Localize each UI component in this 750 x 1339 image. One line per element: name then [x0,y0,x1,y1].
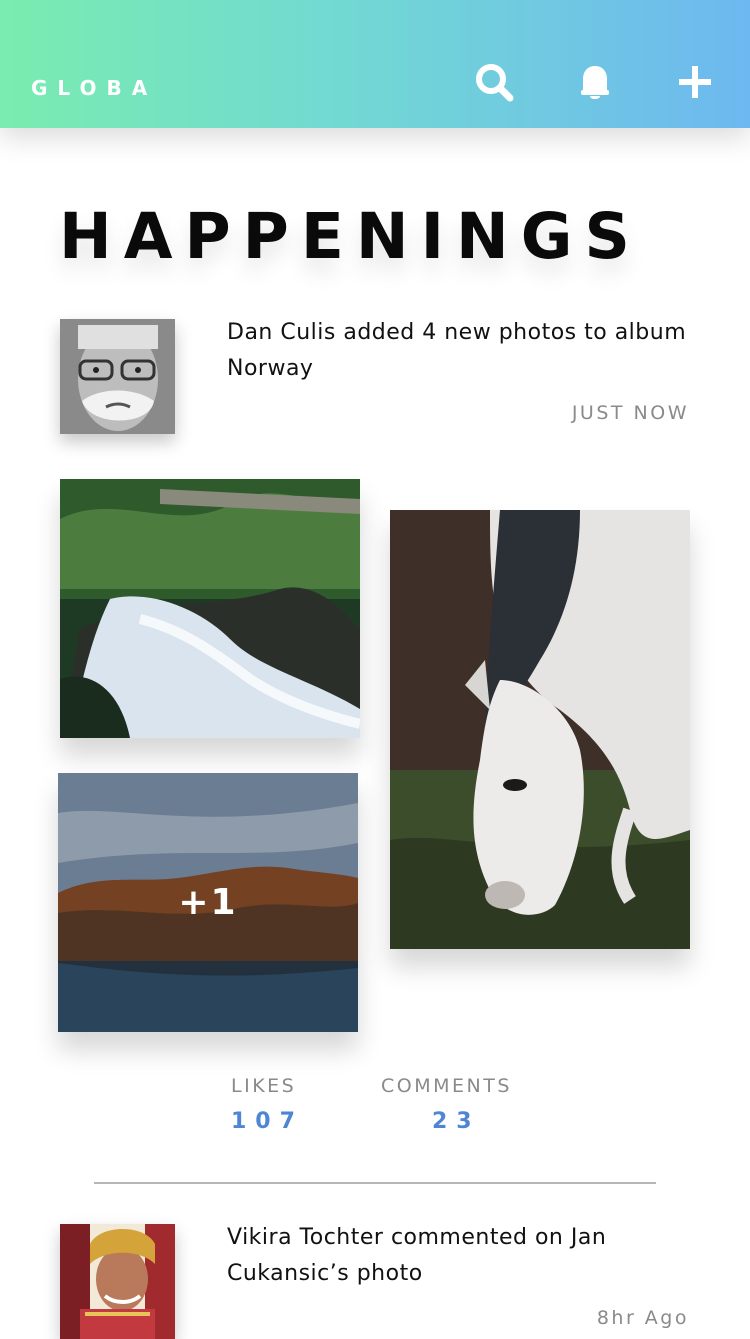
comments-label: COMMENTS [381,1075,512,1097]
page-title: HAPPENINGS [59,200,642,273]
activity-text: Vikira Tochter commented on Jan Cukansic… [227,1225,607,1286]
app-logo[interactable]: GLOBA [31,76,157,100]
app-header: GLOBA [0,0,750,128]
waterfall-photo[interactable] [60,479,360,738]
comments-count[interactable]: 23 [432,1109,481,1134]
more-photos-count[interactable]: +1 [58,773,358,1032]
feed-divider [94,1182,656,1184]
bell-icon[interactable] [575,62,615,102]
activity-text: Dan Culis added 4 new photos to album No… [227,320,687,381]
lake-photo[interactable]: +1 [58,773,358,1032]
likes-count[interactable]: 107 [231,1109,304,1134]
likes-label: LIKES [231,1075,297,1097]
plus-icon[interactable] [675,62,715,102]
avatar[interactable] [60,319,175,434]
avatar[interactable] [60,1224,175,1339]
timestamp: JUST NOW [571,402,689,424]
horse-photo[interactable] [390,510,690,949]
timestamp: 8hr Ago [596,1307,689,1329]
search-icon[interactable] [474,62,514,102]
